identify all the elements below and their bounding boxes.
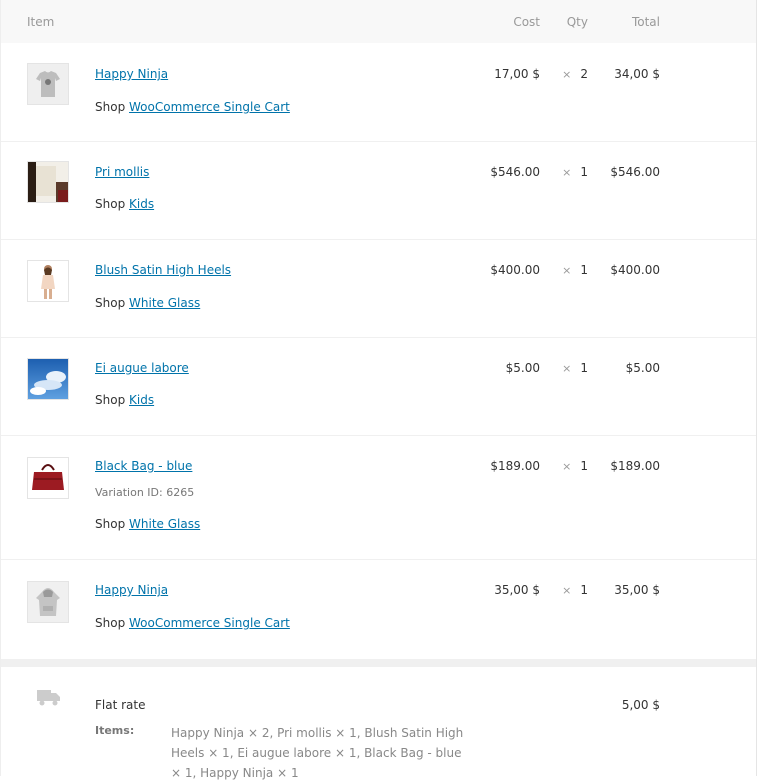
shipping-items-value: Happy Ninja × 2, Pri mollis × 1, Blush S… — [171, 726, 464, 780]
item-cost: $5.00 — [505, 361, 540, 375]
product-name-link[interactable]: Blush Satin High Heels — [95, 263, 231, 277]
truck-icon — [37, 688, 61, 709]
shop-label: Shop — [95, 296, 126, 310]
qty-value: 1 — [580, 165, 588, 179]
shipping-items-label: Items: — [95, 724, 135, 737]
shipping-method-title: Flat rate — [95, 698, 146, 712]
shop-line: Shop White Glass — [95, 296, 200, 310]
times-symbol: × — [562, 264, 572, 277]
shipping-row: Flat rate Items: Happy Ninja × 2, Pri mo… — [1, 659, 756, 784]
item-qty: × 1 — [562, 583, 588, 597]
item-qty: × 1 — [562, 165, 588, 179]
table-row: Happy Ninja Shop WooCommerce Single Cart… — [1, 43, 756, 142]
table-row: Black Bag - blue Variation ID: 6265 Shop… — [1, 435, 756, 560]
item-qty: × 1 — [562, 361, 588, 375]
item-total: 34,00 $ — [614, 67, 660, 81]
column-header-total: Total — [631, 15, 660, 29]
shop-link[interactable]: White Glass — [129, 296, 200, 310]
shop-line: Shop White Glass — [95, 517, 200, 531]
product-thumbnail[interactable] — [27, 260, 69, 302]
product-name-link[interactable]: Ei augue labore — [95, 361, 189, 375]
table-row: Ei augue labore Shop Kids $5.00 × 1 $5.00 — [1, 337, 756, 436]
table-header: Item Cost Qty Total — [1, 0, 756, 43]
table-row: Blush Satin High Heels Shop White Glass … — [1, 239, 756, 338]
qty-value: 1 — [580, 583, 588, 597]
shop-line: Shop Kids — [95, 197, 154, 211]
shop-link[interactable]: Kids — [129, 197, 154, 211]
shop-line: Shop WooCommerce Single Cart — [95, 616, 290, 630]
shop-line: Shop WooCommerce Single Cart — [95, 100, 290, 114]
shipping-total: 5,00 $ — [621, 698, 660, 712]
qty-value: 1 — [580, 263, 588, 277]
shop-link[interactable]: White Glass — [129, 517, 200, 531]
column-header-item: Item — [27, 15, 55, 29]
shop-line: Shop Kids — [95, 393, 154, 407]
item-cost: $546.00 — [490, 165, 540, 179]
product-thumbnail[interactable] — [27, 161, 69, 203]
order-items-table: Item Cost Qty Total Happy Ninja Shop Woo… — [0, 0, 757, 784]
item-cost: $400.00 — [490, 263, 540, 277]
variation-id: 6265 — [166, 486, 195, 499]
product-thumbnail[interactable] — [27, 358, 69, 400]
times-symbol: × — [562, 68, 572, 81]
times-symbol: × — [562, 584, 572, 597]
item-total: $400.00 — [610, 263, 660, 277]
item-qty: × 1 — [562, 263, 588, 277]
item-total: 35,00 $ — [614, 583, 660, 597]
qty-value: 2 — [580, 67, 588, 81]
variation-meta: Variation ID: 6265 — [95, 486, 194, 499]
times-symbol: × — [562, 166, 572, 179]
product-name-link[interactable]: Pri mollis — [95, 165, 149, 179]
product-name-link[interactable]: Black Bag - blue — [95, 459, 192, 473]
item-cost: 35,00 $ — [494, 583, 540, 597]
product-thumbnail[interactable] — [27, 581, 69, 623]
item-qty: × 1 — [562, 459, 588, 473]
product-thumbnail[interactable] — [27, 457, 69, 499]
table-row: Happy Ninja Shop WooCommerce Single Cart… — [1, 559, 756, 659]
shop-label: Shop — [95, 616, 126, 630]
product-name-link[interactable]: Happy Ninja — [95, 583, 168, 597]
shop-label: Shop — [95, 517, 126, 531]
column-header-qty: Qty — [566, 15, 588, 29]
item-qty: × 2 — [562, 67, 588, 81]
item-cost: 17,00 $ — [494, 67, 540, 81]
product-name-link[interactable]: Happy Ninja — [95, 67, 168, 81]
column-header-cost: Cost — [513, 15, 540, 29]
qty-value: 1 — [580, 459, 588, 473]
qty-value: 1 — [580, 361, 588, 375]
item-total: $189.00 — [610, 459, 660, 473]
table-row: Pri mollis Shop Kids $546.00 × 1 $546.00 — [1, 141, 756, 240]
shop-link[interactable]: Kids — [129, 393, 154, 407]
variation-label: Variation ID: — [95, 486, 163, 499]
times-symbol: × — [562, 362, 572, 375]
item-total: $5.00 — [625, 361, 660, 375]
product-thumbnail[interactable] — [27, 63, 69, 105]
shop-link[interactable]: WooCommerce Single Cart — [129, 616, 290, 630]
times-symbol: × — [562, 460, 572, 473]
shop-label: Shop — [95, 393, 126, 407]
item-total: $546.00 — [610, 165, 660, 179]
shop-label: Shop — [95, 197, 126, 211]
shop-link[interactable]: WooCommerce Single Cart — [129, 100, 290, 114]
shop-label: Shop — [95, 100, 126, 114]
item-cost: $189.00 — [490, 459, 540, 473]
